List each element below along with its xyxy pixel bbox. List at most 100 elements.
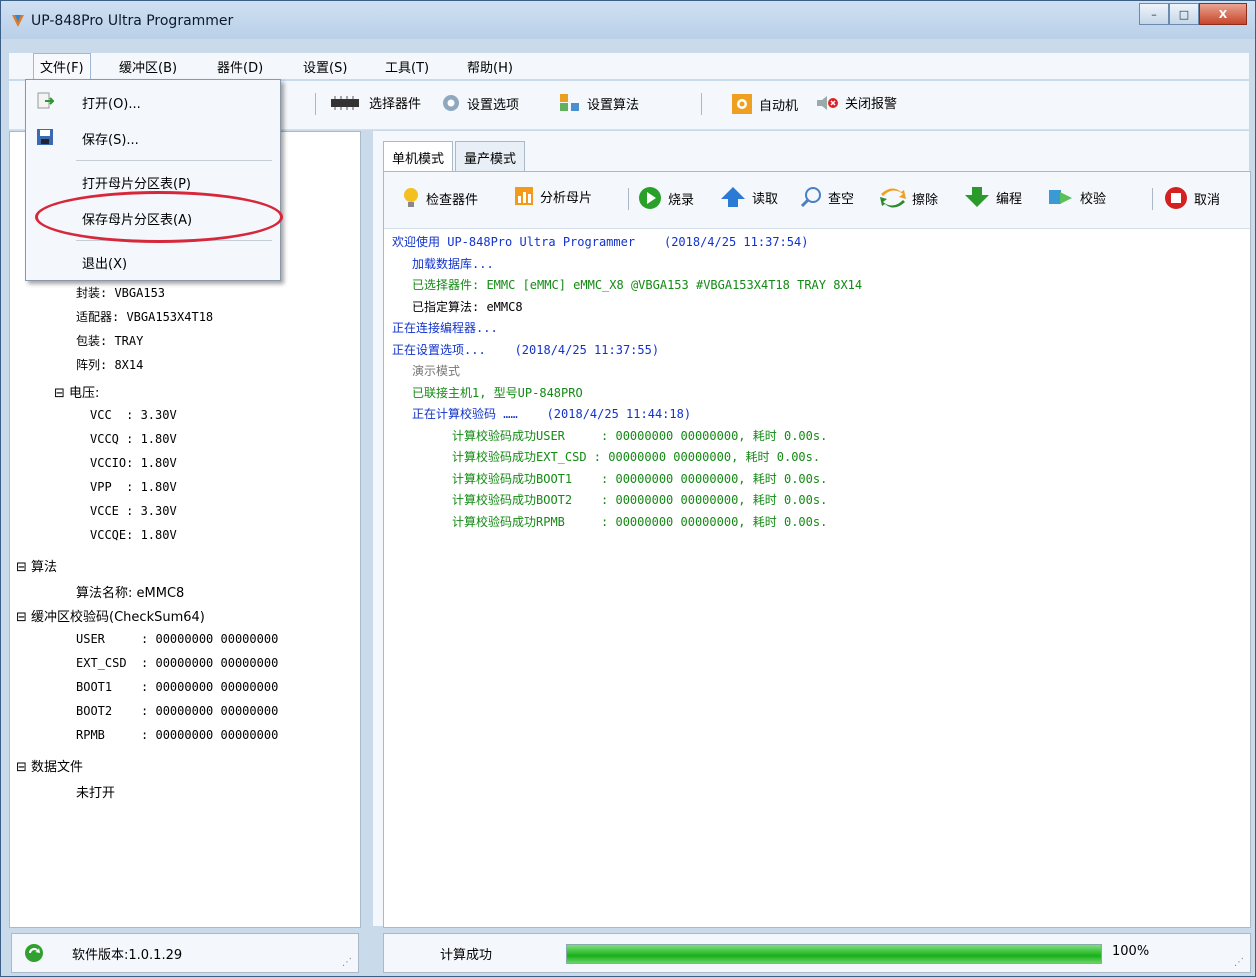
log-line: 正在计算校验码 …… (2018/4/25 11:44:18) <box>412 407 692 421</box>
menu-save-label: 保存(S)... <box>82 133 139 148</box>
tab-mass-production[interactable]: 量产模式 <box>455 141 526 171</box>
check-device-button[interactable]: 检查器件 <box>402 186 478 210</box>
collapse-icon[interactable]: ⊟ <box>16 560 31 575</box>
tree-voltage-node[interactable]: ⊟ 电压: <box>54 382 99 401</box>
close-button[interactable]: X <box>1199 3 1247 25</box>
app-icon <box>12 15 24 27</box>
tree-data-file-node[interactable]: ⊟ 数据文件 <box>16 756 83 775</box>
log-line: 计算校验码成功BOOT2 : 00000000 00000000, 耗时 0.0… <box>452 493 828 507</box>
mode-tabs: 单机模式 量产模式 <box>383 141 527 171</box>
work-area: 单机模式 量产模式 检查器件 分析母片 烧录 读取 查空 擦除 编程 校验 取消… <box>373 131 1251 928</box>
title-bar[interactable]: UP-848Pro Ultra Programmer – □ X <box>1 1 1255 39</box>
set-options-label: 设置选项 <box>467 97 520 113</box>
speaker-mute-icon <box>817 95 838 110</box>
tree-checksum: 缓冲区校验码(CheckSum64) <box>31 610 205 625</box>
menu-tools[interactable]: 工具(T) <box>385 57 429 76</box>
progress-bar <box>566 944 1102 964</box>
window-title: UP-848Pro Ultra Programmer <box>31 13 234 29</box>
resize-grip-icon[interactable]: ⋰ <box>1234 957 1244 968</box>
set-algorithm-button[interactable]: 设置算法 <box>559 93 639 113</box>
blank-check-label: 查空 <box>828 191 855 207</box>
verify-label: 校验 <box>1080 191 1107 207</box>
tree-not-opened: 未打开 <box>76 786 116 801</box>
verify-button[interactable]: 校验 <box>1048 186 1106 208</box>
menu-save[interactable]: 保存(S)... <box>26 122 280 152</box>
read-button[interactable]: 读取 <box>720 186 778 208</box>
menu-file[interactable]: 文件(F) <box>33 53 91 80</box>
menu-buffer[interactable]: 缓冲区(B) <box>119 57 177 76</box>
open-file-icon <box>37 92 54 109</box>
collapse-icon[interactable]: ⊟ <box>16 760 31 775</box>
log-line: 已联接主机1, 型号UP-848PRO <box>412 385 583 400</box>
status-bar-right: 计算成功 100% ⋰ <box>383 933 1251 973</box>
log-line: 加载数据库... <box>412 256 494 271</box>
erase-label: 擦除 <box>912 192 939 208</box>
algorithm-icon <box>560 94 579 111</box>
menu-help[interactable]: 帮助(H) <box>467 57 513 76</box>
tree-algorithm-name: 算法名称: eMMC8 <box>76 586 185 601</box>
analyze-master-button[interactable]: 分析母片 <box>514 186 592 206</box>
progress-fill <box>567 945 1101 963</box>
collapse-icon[interactable]: ⊟ <box>16 610 31 625</box>
close-alarm-button[interactable]: 关闭报警 <box>815 93 897 112</box>
resize-grip-icon[interactable]: ⋰ <box>342 957 352 968</box>
burn-label: 烧录 <box>668 192 695 208</box>
gear-icon <box>443 95 459 111</box>
arrow-down-icon <box>965 187 989 207</box>
play-icon <box>639 187 661 209</box>
set-options-button[interactable]: 设置选项 <box>441 93 519 113</box>
program-label: 编程 <box>996 191 1023 207</box>
tree-algorithm-node[interactable]: ⊟ 算法 <box>16 556 57 575</box>
cancel-label: 取消 <box>1194 192 1221 208</box>
bar-chart-icon <box>515 187 533 205</box>
cancel-button[interactable]: 取消 <box>1164 186 1220 210</box>
auto-machine-icon <box>732 94 752 114</box>
tree-vccq: VCCQ : 1.80V <box>90 432 177 446</box>
toolbar-separator <box>701 93 702 115</box>
auto-machine-button[interactable]: 自动机 <box>731 93 798 115</box>
action-toolbar: 检查器件 分析母片 烧录 读取 查空 擦除 编程 校验 取消 <box>384 172 1250 229</box>
program-button[interactable]: 编程 <box>964 186 1022 208</box>
tree-checksum-node[interactable]: ⊟ 缓冲区校验码(CheckSum64) <box>16 606 205 625</box>
menu-bar: 文件(F) 缓冲区(B) 器件(D) 设置(S) 工具(T) 帮助(H) <box>9 53 1249 80</box>
action-separator <box>628 188 629 210</box>
lightbulb-icon <box>404 188 418 207</box>
minimize-button[interactable]: – <box>1139 3 1169 25</box>
collapse-icon[interactable]: ⊟ <box>54 386 69 401</box>
tree-user: USER : 00000000 00000000 <box>76 632 279 646</box>
tree-packing: 包装: TRAY <box>76 334 144 348</box>
menu-settings[interactable]: 设置(S) <box>303 57 347 76</box>
magnifier-icon <box>800 187 821 208</box>
tree-algorithm: 算法 <box>31 560 58 575</box>
menu-device[interactable]: 器件(D) <box>217 57 263 76</box>
tree-voltage: 电压: <box>69 386 100 401</box>
log-line: 计算校验码成功EXT_CSD : 00000000 00000000, 耗时 0… <box>452 450 821 464</box>
tree-ext-csd: EXT_CSD : 00000000 00000000 <box>76 656 279 670</box>
select-device-button[interactable]: 选择器件 <box>327 93 421 112</box>
log-line: 计算校验码成功RPMB : 00000000 00000000, 耗时 0.00… <box>452 514 828 529</box>
floppy-disk-icon <box>37 129 53 145</box>
tree-vccio: VCCIO: 1.80V <box>90 456 177 470</box>
tree-boot2: BOOT2 : 00000000 00000000 <box>76 704 279 718</box>
app-window: UP-848Pro Ultra Programmer – □ X 文件(F) 缓… <box>0 0 1256 977</box>
status-bar-left: 软件版本:1.0.1.29 ⋰ <box>11 933 359 973</box>
log-line: 欢迎使用 UP-848Pro Ultra Programmer (2018/4/… <box>392 235 809 249</box>
toolbar-separator <box>315 93 316 115</box>
log-line: 演示模式 <box>412 364 461 378</box>
tab-standalone[interactable]: 单机模式 <box>383 141 454 171</box>
erase-arrows-icon <box>880 188 906 208</box>
burn-button[interactable]: 烧录 <box>638 186 694 210</box>
maximize-button[interactable]: □ <box>1169 3 1199 25</box>
tree-vccqe: VCCQE: 1.80V <box>90 528 177 542</box>
erase-button[interactable]: 擦除 <box>880 186 938 210</box>
check-device-label: 检查器件 <box>426 192 479 208</box>
menu-open-label: 打开(O)... <box>82 97 141 112</box>
blank-check-button[interactable]: 查空 <box>800 186 854 208</box>
tree-vpp: VPP : 1.80V <box>90 480 177 494</box>
menu-exit[interactable]: 退出(X) <box>26 246 280 276</box>
menu-open-partition-label: 打开母片分区表(P) <box>82 177 191 192</box>
menu-exit-label: 退出(X) <box>82 257 128 272</box>
chip-icon <box>331 95 359 110</box>
output-log[interactable]: 欢迎使用 UP-848Pro Ultra Programmer (2018/4/… <box>392 232 1242 533</box>
menu-open[interactable]: 打开(O)... <box>26 86 280 116</box>
